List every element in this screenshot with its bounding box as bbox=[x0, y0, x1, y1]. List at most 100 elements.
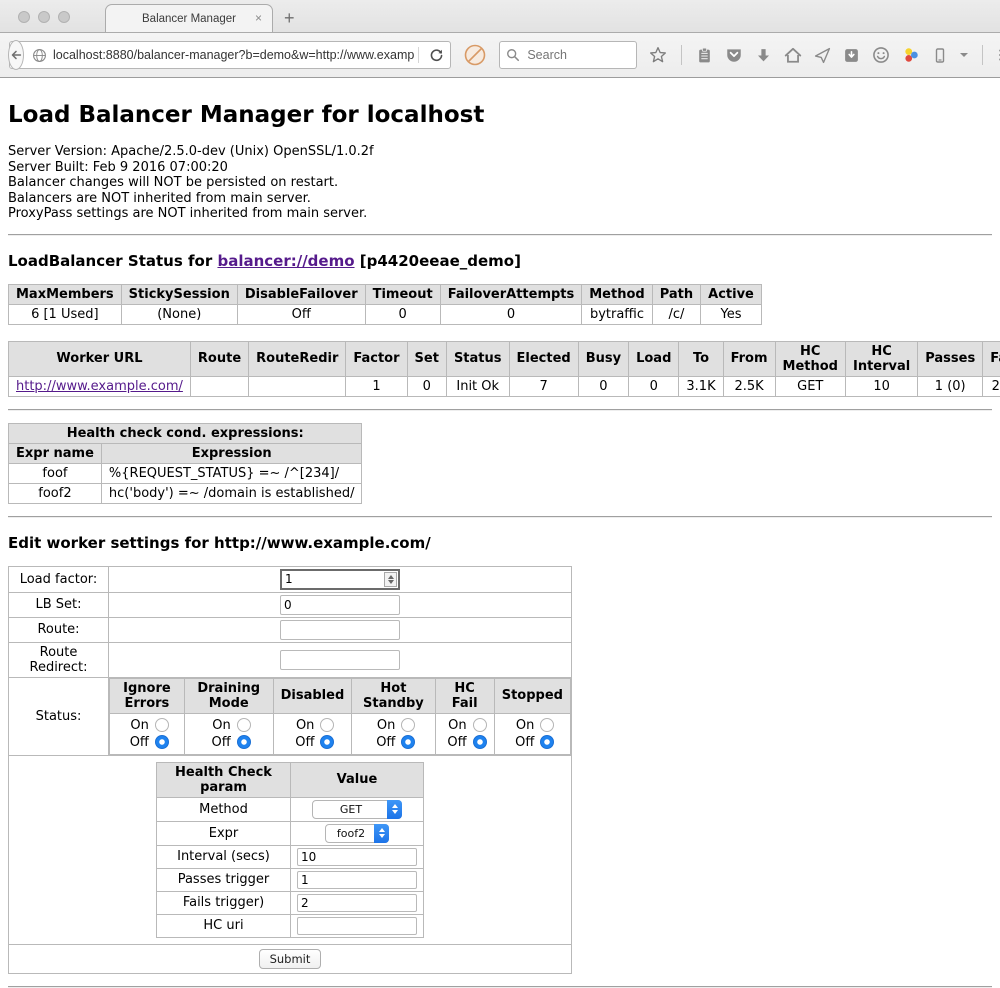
lb-set-input[interactable] bbox=[280, 595, 400, 615]
column-header: Path bbox=[652, 284, 700, 304]
hc-expr-select[interactable]: foof2 bbox=[325, 824, 389, 843]
search-bar[interactable] bbox=[499, 41, 637, 69]
search-input[interactable] bbox=[525, 47, 625, 63]
hc-interval-input[interactable] bbox=[297, 848, 417, 866]
on-label: On bbox=[290, 718, 314, 733]
stopped-on-radio[interactable] bbox=[540, 718, 554, 732]
disabled-on-radio[interactable] bbox=[320, 718, 334, 732]
disabled-off-radio[interactable] bbox=[320, 735, 334, 749]
column-header: Expression bbox=[101, 443, 362, 463]
downloads-button[interactable] bbox=[755, 47, 772, 64]
maxmembers-value: 6 [1 Used] bbox=[9, 304, 122, 324]
hc-fail-cell: On Off bbox=[435, 713, 494, 754]
zoom-window-button[interactable] bbox=[58, 11, 70, 23]
number-spinner-icon[interactable] bbox=[384, 572, 397, 587]
column-header: Busy bbox=[578, 341, 628, 376]
home-button[interactable] bbox=[784, 46, 802, 64]
load-factor-field[interactable] bbox=[280, 569, 400, 590]
pocket-button[interactable] bbox=[725, 46, 743, 64]
hc-fails-row: Fails trigger) bbox=[157, 891, 424, 914]
ignore-errors-cell: On Off bbox=[110, 713, 185, 754]
hc-uri-input[interactable] bbox=[297, 917, 417, 935]
column-header: Method bbox=[582, 284, 652, 304]
table-header-row: MaxMembers StickySession DisableFailover… bbox=[9, 284, 762, 304]
worker-url-link[interactable]: http://www.example.com/ bbox=[16, 379, 183, 394]
url-bar[interactable]: localhost:8880/balancer-manager?b=demo&w… bbox=[9, 41, 451, 69]
to-value: 3.1K bbox=[679, 376, 723, 396]
column-header: Value bbox=[291, 762, 424, 797]
column-header: Elected bbox=[509, 341, 578, 376]
tab-close-icon[interactable]: × bbox=[255, 12, 262, 24]
column-header: HC Interval bbox=[845, 341, 917, 376]
select-stepper-icon bbox=[387, 800, 402, 819]
new-tab-button[interactable]: + bbox=[284, 8, 295, 29]
expr-table-title-row: Health check cond. expressions: bbox=[9, 423, 362, 443]
device-button[interactable] bbox=[932, 47, 948, 64]
hot-standby-on-radio[interactable] bbox=[401, 718, 415, 732]
draining-mode-on-radio[interactable] bbox=[237, 718, 251, 732]
balancer-demo-link[interactable]: balancer://demo bbox=[217, 252, 354, 270]
minimize-window-button[interactable] bbox=[38, 11, 50, 23]
window-controls bbox=[18, 11, 70, 23]
column-header: To bbox=[679, 341, 723, 376]
hc-method-row: Method GET bbox=[157, 797, 424, 821]
square-download-icon bbox=[843, 47, 860, 64]
bookmark-star-button[interactable] bbox=[649, 46, 667, 64]
loadbalancer-status-heading: LoadBalancer Status for balancer://demo … bbox=[8, 252, 992, 270]
back-arrow-icon bbox=[9, 48, 23, 62]
browser-tab[interactable]: Balancer Manager × bbox=[105, 4, 273, 32]
disablefailover-value: Off bbox=[237, 304, 365, 324]
hc-expr-selected-value: foof2 bbox=[334, 827, 368, 840]
overflow-caret-icon[interactable] bbox=[960, 53, 968, 57]
busy-value: 0 bbox=[578, 376, 628, 396]
health-check-row: Health Check param Value Method GET bbox=[9, 755, 572, 944]
back-button[interactable] bbox=[8, 40, 24, 70]
reading-list-button[interactable] bbox=[696, 47, 713, 64]
elected-value: 7 bbox=[509, 376, 578, 396]
off-label: Off bbox=[207, 735, 231, 750]
route-redirect-input[interactable] bbox=[280, 650, 400, 670]
route-input[interactable] bbox=[280, 620, 400, 640]
load-factor-input[interactable] bbox=[285, 572, 384, 586]
hc-passes-input[interactable] bbox=[297, 871, 417, 889]
column-header: FailoverAttempts bbox=[440, 284, 582, 304]
ignore-errors-on-radio[interactable] bbox=[155, 718, 169, 732]
hc-fails-label: Fails trigger) bbox=[157, 891, 291, 914]
hot-standby-off-radio[interactable] bbox=[401, 735, 415, 749]
passes-value: 1 (0) bbox=[918, 376, 983, 396]
close-window-button[interactable] bbox=[18, 11, 30, 23]
status-heading-prefix: LoadBalancer Status for bbox=[8, 252, 217, 270]
worker-status-table: Worker URL Route RouteRedir Factor Set S… bbox=[8, 341, 1000, 397]
blocked-content-icon[interactable] bbox=[463, 43, 487, 67]
pocket-icon bbox=[725, 46, 743, 64]
submit-button[interactable]: Submit bbox=[259, 949, 322, 969]
hc-fail-off-radio[interactable] bbox=[473, 735, 487, 749]
timeout-value: 0 bbox=[365, 304, 440, 324]
persist-note-line: Balancer changes will NOT be persisted o… bbox=[8, 175, 992, 191]
hc-fail-on-radio[interactable] bbox=[473, 718, 487, 732]
off-label: Off bbox=[510, 735, 534, 750]
divider-1 bbox=[8, 234, 992, 236]
column-header: Disabled bbox=[273, 678, 352, 713]
panel-button[interactable] bbox=[843, 47, 860, 64]
send-tab-button[interactable] bbox=[814, 47, 831, 64]
hello-button[interactable] bbox=[902, 46, 920, 64]
hc-interval-row: Interval (secs) bbox=[157, 845, 424, 868]
reload-button[interactable] bbox=[423, 48, 450, 63]
draining-mode-off-radio[interactable] bbox=[237, 735, 251, 749]
set-value: 0 bbox=[407, 376, 446, 396]
submit-row: Submit bbox=[9, 944, 572, 973]
table-row: 6 [1 Used] (None) Off 0 0 bytraffic /c/ … bbox=[9, 304, 762, 324]
hc-method-select[interactable]: GET bbox=[312, 800, 402, 819]
off-label: Off bbox=[290, 735, 314, 750]
url-text[interactable]: localhost:8880/balancer-manager?b=demo&w… bbox=[53, 48, 414, 62]
ignore-errors-off-radio[interactable] bbox=[155, 735, 169, 749]
hc-method-label: Method bbox=[157, 797, 291, 821]
page-title: Load Balancer Manager for localhost bbox=[8, 102, 992, 128]
hc-fails-input[interactable] bbox=[297, 894, 417, 912]
feedback-button[interactable] bbox=[872, 46, 890, 64]
clipboard-icon bbox=[696, 47, 713, 64]
stopped-off-radio[interactable] bbox=[540, 735, 554, 749]
status-value: Init Ok bbox=[446, 376, 509, 396]
health-check-expressions-table: Health check cond. expressions: Expr nam… bbox=[8, 423, 362, 504]
